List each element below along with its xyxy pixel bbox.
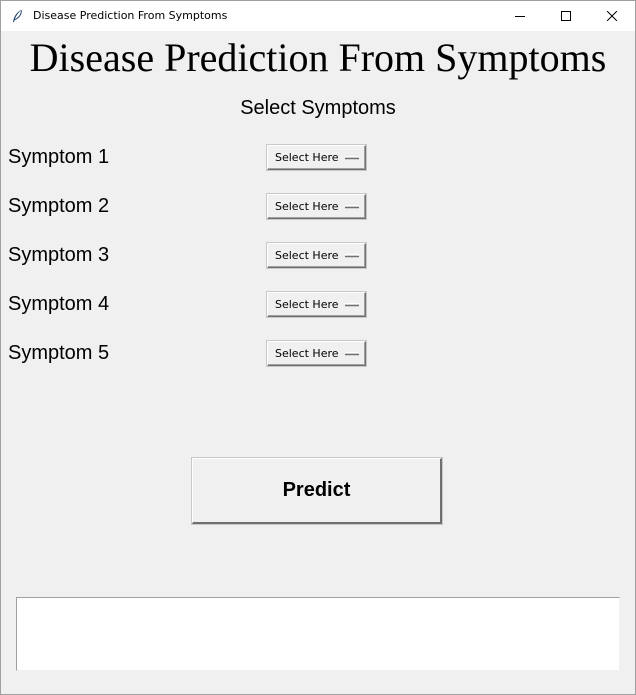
minimize-button[interactable] xyxy=(497,1,543,31)
result-output[interactable] xyxy=(16,597,620,671)
close-button[interactable] xyxy=(589,1,635,31)
symptom-2-selected-value: Select Here xyxy=(275,200,339,213)
section-subtitle: Select Symptoms xyxy=(240,97,396,119)
title-bar: Disease Prediction From Symptoms xyxy=(1,1,635,31)
symptom-4-selected-value: Select Here xyxy=(275,298,339,311)
symptom-3-label: Symptom 3 xyxy=(8,244,110,266)
close-icon xyxy=(607,11,617,21)
symptom-5-selected-value: Select Here xyxy=(275,347,339,360)
dropdown-indicator-icon xyxy=(345,156,359,160)
predict-button[interactable]: Predict xyxy=(192,458,442,524)
dropdown-indicator-icon xyxy=(345,254,359,258)
dropdown-indicator-icon xyxy=(345,352,359,356)
symptom-3-selected-value: Select Here xyxy=(275,249,339,262)
symptom-4-label: Symptom 4 xyxy=(8,293,110,315)
symptom-5-dropdown[interactable]: Select Here xyxy=(267,341,366,366)
symptom-3-dropdown[interactable]: Select Here xyxy=(267,243,366,268)
symptom-2-dropdown[interactable]: Select Here xyxy=(267,194,366,219)
feather-icon xyxy=(10,9,24,23)
dropdown-indicator-icon xyxy=(345,303,359,307)
symptom-1-label: Symptom 1 xyxy=(8,146,110,168)
app-window: Disease Prediction From Symptoms Disease… xyxy=(0,0,636,695)
maximize-button[interactable] xyxy=(543,1,589,31)
symptom-2-label: Symptom 2 xyxy=(8,195,110,217)
symptom-1-selected-value: Select Here xyxy=(275,151,339,164)
minimize-icon xyxy=(515,16,525,17)
page-title: Disease Prediction From Symptoms xyxy=(29,35,607,80)
maximize-icon xyxy=(561,11,571,21)
symptom-1-dropdown[interactable]: Select Here xyxy=(267,145,366,170)
window-title: Disease Prediction From Symptoms xyxy=(33,9,228,22)
symptom-4-dropdown[interactable]: Select Here xyxy=(267,292,366,317)
symptom-5-label: Symptom 5 xyxy=(8,342,110,364)
dropdown-indicator-icon xyxy=(345,205,359,209)
